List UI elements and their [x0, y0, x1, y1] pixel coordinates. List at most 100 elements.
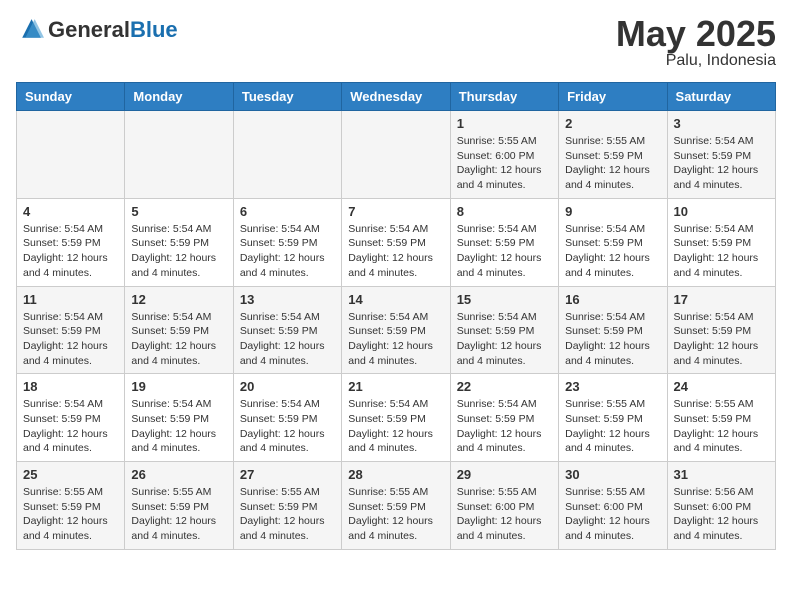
col-thursday: Thursday	[450, 83, 558, 111]
day-number: 8	[457, 204, 552, 219]
day-number: 5	[131, 204, 226, 219]
day-number: 18	[23, 379, 118, 394]
day-number: 21	[348, 379, 443, 394]
day-info: Sunrise: 5:55 AMSunset: 5:59 PMDaylight:…	[674, 397, 769, 456]
week-row-3: 11 Sunrise: 5:54 AMSunset: 5:59 PMDayligh…	[17, 286, 776, 374]
logo-blue: Blue	[130, 17, 178, 42]
calendar-cell	[233, 111, 341, 199]
calendar-cell: 25Sunrise: 5:55 AMSunset: 5:59 PMDayligh…	[17, 462, 125, 550]
calendar-header-row: Sunday Monday Tuesday Wednesday Thursday…	[17, 83, 776, 111]
week-row-1: 1 Sunrise: 5:55 AMSunset: 6:00 PMDaylight…	[17, 111, 776, 199]
day-info: Sunrise: 5:55 AMSunset: 5:59 PMDaylight:…	[23, 485, 118, 544]
day-number: 9	[565, 204, 660, 219]
calendar-cell: 10 Sunrise: 5:54 AMSunset: 5:59 PMDayligh…	[667, 198, 775, 286]
calendar-cell: 8 Sunrise: 5:54 AMSunset: 5:59 PMDaylight…	[450, 198, 558, 286]
day-number: 14	[348, 292, 443, 307]
day-info: Sunrise: 5:56 AMSunset: 6:00 PMDaylight:…	[674, 485, 769, 544]
day-number: 13	[240, 292, 335, 307]
day-info: Sunrise: 5:54 AMSunset: 5:59 PMDaylight:…	[674, 310, 769, 369]
day-info: Sunrise: 5:54 AMSunset: 5:59 PMDaylight:…	[240, 222, 335, 281]
day-number: 28	[348, 467, 443, 482]
logo-general: General	[48, 17, 130, 42]
calendar-cell: 22 Sunrise: 5:54 AMSunset: 5:59 PMDayligh…	[450, 374, 558, 462]
logo-text: GeneralBlue	[48, 19, 178, 42]
day-info: Sunrise: 5:54 AMSunset: 5:59 PMDaylight:…	[457, 397, 552, 456]
calendar-cell: 15Sunrise: 5:54 AMSunset: 5:59 PMDayligh…	[450, 286, 558, 374]
day-info: Sunrise: 5:55 AMSunset: 5:59 PMDaylight:…	[565, 134, 660, 193]
day-number: 22	[457, 379, 552, 394]
day-number: 1	[457, 116, 552, 131]
col-sunday: Sunday	[17, 83, 125, 111]
calendar-cell: 19 Sunrise: 5:54 AMSunset: 5:59 PMDayligh…	[125, 374, 233, 462]
day-info: Sunrise: 5:54 AMSunset: 5:59 PMDaylight:…	[457, 222, 552, 281]
day-info: Sunrise: 5:54 AMSunset: 5:59 PMDaylight:…	[674, 134, 769, 193]
day-number: 26	[131, 467, 226, 482]
calendar-cell	[342, 111, 450, 199]
calendar-cell: 12Sunrise: 5:54 AMSunset: 5:59 PMDayligh…	[125, 286, 233, 374]
week-row-2: 4 Sunrise: 5:54 AMSunset: 5:59 PMDaylight…	[17, 198, 776, 286]
calendar-cell: 27Sunrise: 5:55 AMSunset: 5:59 PMDayligh…	[233, 462, 341, 550]
calendar-cell: 11 Sunrise: 5:54 AMSunset: 5:59 PMDayligh…	[17, 286, 125, 374]
day-info: Sunrise: 5:54 AMSunset: 5:59 PMDaylight:…	[240, 397, 335, 456]
calendar-cell: 4 Sunrise: 5:54 AMSunset: 5:59 PMDaylight…	[17, 198, 125, 286]
day-number: 19	[131, 379, 226, 394]
calendar-cell	[17, 111, 125, 199]
location: Palu, Indonesia	[616, 52, 776, 70]
calendar-cell: 16Sunrise: 5:54 AMSunset: 5:59 PMDayligh…	[559, 286, 667, 374]
calendar-cell: 18Sunrise: 5:54 AMSunset: 5:59 PMDayligh…	[17, 374, 125, 462]
day-number: 23	[565, 379, 660, 394]
day-info: Sunrise: 5:55 AMSunset: 5:59 PMDaylight:…	[565, 397, 660, 456]
day-number: 17	[674, 292, 769, 307]
calendar-cell: 3 Sunrise: 5:54 AMSunset: 5:59 PMDaylight…	[667, 111, 775, 199]
week-row-5: 25Sunrise: 5:55 AMSunset: 5:59 PMDayligh…	[17, 462, 776, 550]
day-number: 31	[674, 467, 769, 482]
day-info: Sunrise: 5:54 AMSunset: 5:59 PMDaylight:…	[348, 310, 443, 369]
day-info: Sunrise: 5:54 AMSunset: 5:59 PMDaylight:…	[674, 222, 769, 281]
calendar-cell	[125, 111, 233, 199]
col-monday: Monday	[125, 83, 233, 111]
calendar-cell: 20Sunrise: 5:54 AMSunset: 5:59 PMDayligh…	[233, 374, 341, 462]
day-info: Sunrise: 5:54 AMSunset: 5:59 PMDaylight:…	[348, 397, 443, 456]
calendar-cell: 28 Sunrise: 5:55 AMSunset: 5:59 PMDayligh…	[342, 462, 450, 550]
calendar-cell: 1 Sunrise: 5:55 AMSunset: 6:00 PMDaylight…	[450, 111, 558, 199]
day-info: Sunrise: 5:54 AMSunset: 5:59 PMDaylight:…	[348, 222, 443, 281]
day-number: 29	[457, 467, 552, 482]
calendar-cell: 29 Sunrise: 5:55 AMSunset: 6:00 PMDayligh…	[450, 462, 558, 550]
day-info: Sunrise: 5:55 AMSunset: 6:00 PMDaylight:…	[457, 485, 552, 544]
day-number: 24	[674, 379, 769, 394]
col-friday: Friday	[559, 83, 667, 111]
day-info: Sunrise: 5:55 AMSunset: 6:00 PMDaylight:…	[565, 485, 660, 544]
calendar-cell: 24 Sunrise: 5:55 AMSunset: 5:59 PMDayligh…	[667, 374, 775, 462]
calendar-cell: 23 Sunrise: 5:55 AMSunset: 5:59 PMDayligh…	[559, 374, 667, 462]
day-number: 10	[674, 204, 769, 219]
day-number: 3	[674, 116, 769, 131]
calendar-cell: 9 Sunrise: 5:54 AMSunset: 5:59 PMDaylight…	[559, 198, 667, 286]
calendar-cell: 21 Sunrise: 5:54 AMSunset: 5:59 PMDayligh…	[342, 374, 450, 462]
day-info: Sunrise: 5:54 AMSunset: 5:59 PMDaylight:…	[23, 310, 118, 369]
col-saturday: Saturday	[667, 83, 775, 111]
day-number: 6	[240, 204, 335, 219]
calendar-cell: 7 Sunrise: 5:54 AMSunset: 5:59 PMDaylight…	[342, 198, 450, 286]
day-number: 15	[457, 292, 552, 307]
calendar-cell: 5Sunrise: 5:54 AMSunset: 5:59 PMDaylight…	[125, 198, 233, 286]
calendar-cell: 31 Sunrise: 5:56 AMSunset: 6:00 PMDayligh…	[667, 462, 775, 550]
day-number: 16	[565, 292, 660, 307]
calendar-cell: 14 Sunrise: 5:54 AMSunset: 5:59 PMDayligh…	[342, 286, 450, 374]
day-info: Sunrise: 5:54 AMSunset: 5:59 PMDaylight:…	[565, 222, 660, 281]
day-number: 4	[23, 204, 118, 219]
calendar-cell: 13Sunrise: 5:54 AMSunset: 5:59 PMDayligh…	[233, 286, 341, 374]
day-info: Sunrise: 5:55 AMSunset: 5:59 PMDaylight:…	[348, 485, 443, 544]
day-info: Sunrise: 5:55 AMSunset: 6:00 PMDaylight:…	[457, 134, 552, 193]
logo: GeneralBlue	[16, 16, 178, 44]
day-number: 27	[240, 467, 335, 482]
week-row-4: 18 Sunrise: 5:54 AMSunset: 5:59 PMDayligh…	[17, 374, 776, 462]
calendar-cell: 17 Sunrise: 5:54 AMSunset: 5:59 PMDayligh…	[667, 286, 775, 374]
day-number: 7	[348, 204, 443, 219]
calendar-cell: 2Sunrise: 5:55 AMSunset: 5:59 PMDaylight…	[559, 111, 667, 199]
day-info: Sunrise: 5:54 AMSunset: 5:59 PMDaylight:…	[131, 397, 226, 456]
month-title: May 2025	[616, 16, 776, 52]
day-number: 11	[23, 292, 118, 307]
col-tuesday: Tuesday	[233, 83, 341, 111]
page-header: GeneralBlue May 2025 Palu, Indonesia	[16, 16, 776, 70]
day-info: Sunrise: 5:54 AMSunset: 5:59 PMDaylight:…	[23, 222, 118, 281]
